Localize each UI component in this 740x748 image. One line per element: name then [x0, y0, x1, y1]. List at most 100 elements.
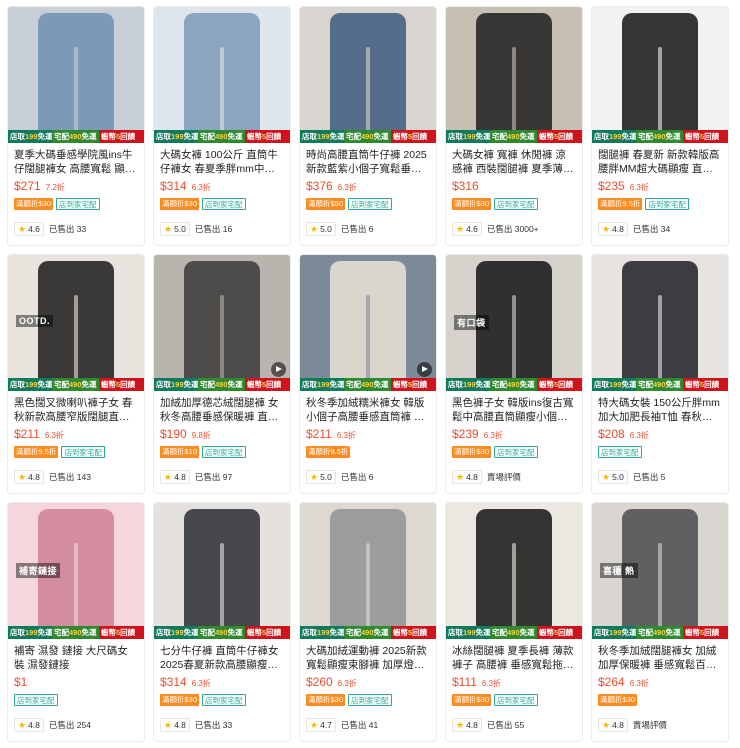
shipping-tag: 店到家宅配	[14, 694, 58, 706]
product-title[interactable]: 大碼加絨運動褲 2025新款寬鬆顯瘦束腳褲 加厚燈籠…	[306, 644, 430, 672]
coins-rebate-label: 蝦幣5回饋	[245, 130, 290, 143]
product-price: $271	[14, 179, 41, 193]
product-thumbnail[interactable]: 喜穩 熱 店取199免運 宅配490免運 蝦幣5回饋	[592, 503, 728, 639]
product-thumbnail[interactable]: 補寄鏈接 店取199免運 宅配490免運 蝦幣5回饋	[8, 503, 144, 639]
price-row: $260 6.3折	[306, 675, 430, 691]
product-card[interactable]: 補寄鏈接 店取199免運 宅配490免運 蝦幣5回饋 補寄 濕發 鏈接 大尺碼女…	[7, 502, 145, 742]
product-title[interactable]: 冰絲闊腿褲 夏季長褲 薄款褲子 高腰褲 垂感寬鬆拖…	[452, 644, 576, 672]
product-thumbnail[interactable]: 店取199免運 宅配490免運 蝦幣5回饋	[300, 255, 436, 391]
product-title[interactable]: 大碼女褲 寬褲 休閒褲 涼感褲 西裝闊腿褲 夏季薄款 …	[452, 148, 576, 176]
shipping-tag: 店到家宅配	[202, 446, 246, 458]
rating-badge: ★ 4.6	[14, 222, 44, 236]
rating-badge: ★ 5.0	[306, 470, 336, 484]
shipping-tag: 店到家宅配	[202, 694, 246, 706]
product-title[interactable]: 加絨加厚德芯絨闊腿褲 女秋冬高腰垂感保暖褲 直筒…	[160, 396, 284, 424]
product-card[interactable]: 店取199免運 宅配490免運 蝦幣5回饋 冰絲闊腿褲 夏季長褲 薄款褲子 高腰…	[445, 502, 583, 742]
product-thumbnail[interactable]: 店取199免運 宅配490免運 蝦幣5回饋	[592, 255, 728, 391]
promo-banner: 店取199免運 宅配490免運 蝦幣5回饋	[154, 626, 290, 639]
product-title[interactable]: 補寄 濕發 鏈接 大尺碼女裝 濕發鏈接	[14, 644, 138, 672]
product-title[interactable]: 夏季大碼垂感學院風ins牛仔闊腿褲女 高腰寬鬆 顯瘦…	[14, 148, 138, 176]
coupon-tag: 滿額折$30	[160, 198, 200, 210]
home-delivery-label: 宅配490免運	[52, 130, 99, 143]
product-card[interactable]: 店取199免運 宅配490免運 蝦幣5回饋 秋冬季加絨糯米褲女 韓版小個子高腰垂…	[299, 254, 437, 494]
star-icon: ★	[456, 719, 465, 730]
shipping-tag: 店到家宅配	[645, 198, 689, 210]
tag-row: 店到家宅配	[14, 694, 138, 708]
product-card[interactable]: 店取199免運 宅配490免運 蝦幣5回饋 闊腿褲 春夏新 新款韓版高腰胖MM超…	[591, 6, 729, 246]
product-title[interactable]: 時尚高腰直筒牛仔褲 2025新款藍紫小個子寬鬆垂感…	[306, 148, 430, 176]
discount-badge: 6.3折	[336, 431, 356, 440]
sold-count: 賣場評價	[486, 472, 521, 482]
product-thumbnail[interactable]: 店取199免運 宅配490免運 蝦幣5回饋	[446, 7, 582, 143]
sold-count: 已售出 3000+	[486, 224, 539, 234]
product-title[interactable]: 大碼女褲 100公斤 直筒牛仔褲女 春夏季胖mm中腰寬…	[160, 148, 284, 176]
thumbnail-subject	[220, 295, 224, 381]
coins-rebate-label: 蝦幣5回饋	[99, 130, 144, 143]
shipping-tag: 店到家宅配	[202, 198, 246, 210]
thumbnail-subject	[658, 543, 662, 629]
product-info: 大碼加絨運動褲 2025新款寬鬆顯瘦束腳褲 加厚燈籠… $260 6.3折 滿額…	[300, 639, 436, 708]
product-thumbnail[interactable]: 店取199免運 宅配490免運 蝦幣5回饋	[592, 7, 728, 143]
pickup-shipping-label: 店取199免運	[8, 626, 52, 639]
thumbnail-subject	[512, 543, 516, 629]
product-thumbnail[interactable]: OOTD. 店取199免運 宅配490免運 蝦幣5回饋	[8, 255, 144, 391]
product-title[interactable]: 秋冬季加絨闊腿褲女 加絨加厚保暖褲 垂感寬鬆百搭休…	[598, 644, 722, 672]
sold-count: 已售出 6	[340, 472, 374, 482]
thumbnail-subject	[658, 295, 662, 381]
sold-count: 已售出 6	[340, 224, 374, 234]
sold-count: 已售出 16	[194, 224, 233, 234]
tag-row: 滿額折9.5折 店到家宅配	[598, 198, 722, 212]
coins-rebate-label: 蝦幣5回饋	[537, 130, 582, 143]
product-meta: ★ 4.8 賣場評價	[598, 718, 667, 732]
star-icon: ★	[164, 719, 173, 730]
product-thumbnail[interactable]: 店取199免運 宅配490免運 蝦幣5回饋	[154, 7, 290, 143]
product-price: $316	[452, 179, 479, 193]
product-thumbnail[interactable]: 店取199免運 宅配490免運 蝦幣5回饋	[300, 7, 436, 143]
pickup-shipping-label: 店取199免運	[154, 378, 198, 391]
pickup-shipping-label: 店取199免運	[300, 130, 344, 143]
product-card[interactable]: 店取199免運 宅配490免運 蝦幣5回饋 七分牛仔褲 直筒牛仔褲女 2025春…	[153, 502, 291, 742]
pickup-shipping-label: 店取199免運	[592, 130, 636, 143]
product-card[interactable]: 店取199免運 宅配490免運 蝦幣5回饋 加絨加厚德芯絨闊腿褲 女秋冬高腰垂感…	[153, 254, 291, 494]
product-card[interactable]: 店取199免運 宅配490免運 蝦幣5回饋 大碼女褲 寬褲 休閒褲 涼感褲 西裝…	[445, 6, 583, 246]
product-card[interactable]: 喜穩 熱 店取199免運 宅配490免運 蝦幣5回饋 秋冬季加絨闊腿褲女 加絨加…	[591, 502, 729, 742]
product-card[interactable]: 店取199免運 宅配490免運 蝦幣5回饋 時尚高腰直筒牛仔褲 2025新款藍紫…	[299, 6, 437, 246]
product-thumbnail[interactable]: 店取199免運 宅配490免運 蝦幣5回饋	[154, 503, 290, 639]
product-card[interactable]: 店取199免運 宅配490免運 蝦幣5回饋 特大碼女裝 150公斤胖mm 加大加…	[591, 254, 729, 494]
product-title[interactable]: 黑色闊叉微喇叭褲子女 春秋新款高腰窄版闊腿直筒休…	[14, 396, 138, 424]
rating-value: 4.8	[174, 720, 186, 730]
rating-badge: ★ 4.8	[452, 470, 482, 484]
product-thumbnail[interactable]: 有口袋 店取199免運 宅配490免運 蝦幣5回饋	[446, 255, 582, 391]
product-info: 特大碼女裝 150公斤胖mm 加大加肥長袖T恤 春秋薄… $208 6.3折 店…	[592, 391, 728, 460]
promo-banner: 店取199免運 宅配490免運 蝦幣5回饋	[154, 378, 290, 391]
product-thumbnail[interactable]: 店取199免運 宅配490免運 蝦幣5回饋	[446, 503, 582, 639]
product-card[interactable]: 店取199免運 宅配490免運 蝦幣5回饋 夏季大碼垂感學院風ins牛仔闊腿褲女…	[7, 6, 145, 246]
product-title[interactable]: 七分牛仔褲 直筒牛仔褲女 2025春夏新款高腰顯瘦黑…	[160, 644, 284, 672]
product-title[interactable]: 闊腿褲 春夏新 新款韓版高腰胖MM超大碼顯瘦 直筒褲…	[598, 148, 722, 176]
product-meta: ★ 4.7 已售出 41	[306, 718, 378, 732]
product-title[interactable]: 秋冬季加絨糯米褲女 韓版小個子高腰垂感直筒褲 寬鬆…	[306, 396, 430, 424]
coins-rebate-label: 蝦幣5回饋	[391, 130, 436, 143]
sold-count: 已售出 97	[194, 472, 233, 482]
coins-rebate-label: 蝦幣5回饋	[537, 378, 582, 391]
product-card[interactable]: OOTD. 店取199免運 宅配490免運 蝦幣5回饋 黑色闊叉微喇叭褲子女 春…	[7, 254, 145, 494]
product-title[interactable]: 黑色褲子女 韓版ins復古寬鬆中高腰直筒顯瘦小個子…	[452, 396, 576, 424]
sold-count: 已售出 33	[48, 224, 87, 234]
product-card[interactable]: 店取199免運 宅配490免運 蝦幣5回饋 大碼加絨運動褲 2025新款寬鬆顯瘦…	[299, 502, 437, 742]
pickup-shipping-label: 店取199免運	[446, 378, 490, 391]
product-thumbnail[interactable]: 店取199免運 宅配490免運 蝦幣5回饋	[8, 7, 144, 143]
rating-badge: ★ 4.8	[452, 718, 482, 732]
pickup-shipping-label: 店取199免運	[446, 130, 490, 143]
product-card[interactable]: 有口袋 店取199免運 宅配490免運 蝦幣5回饋 黑色褲子女 韓版ins復古寬…	[445, 254, 583, 494]
play-video-icon[interactable]	[417, 362, 432, 377]
discount-badge: 6.3折	[191, 183, 211, 192]
product-thumbnail[interactable]: 店取199免運 宅配490免運 蝦幣5回饋	[154, 255, 290, 391]
coupon-tag: 滿額折$30	[306, 694, 346, 706]
product-thumbnail[interactable]: 店取199免運 宅配490免運 蝦幣5回饋	[300, 503, 436, 639]
rating-badge: ★ 5.0	[160, 222, 190, 236]
product-title[interactable]: 特大碼女裝 150公斤胖mm 加大加肥長袖T恤 春秋薄…	[598, 396, 722, 424]
star-icon: ★	[164, 471, 173, 482]
product-card[interactable]: 店取199免運 宅配490免運 蝦幣5回饋 大碼女褲 100公斤 直筒牛仔褲女 …	[153, 6, 291, 246]
product-meta: ★ 4.8 已售出 34	[598, 222, 670, 236]
play-video-icon[interactable]	[271, 362, 286, 377]
